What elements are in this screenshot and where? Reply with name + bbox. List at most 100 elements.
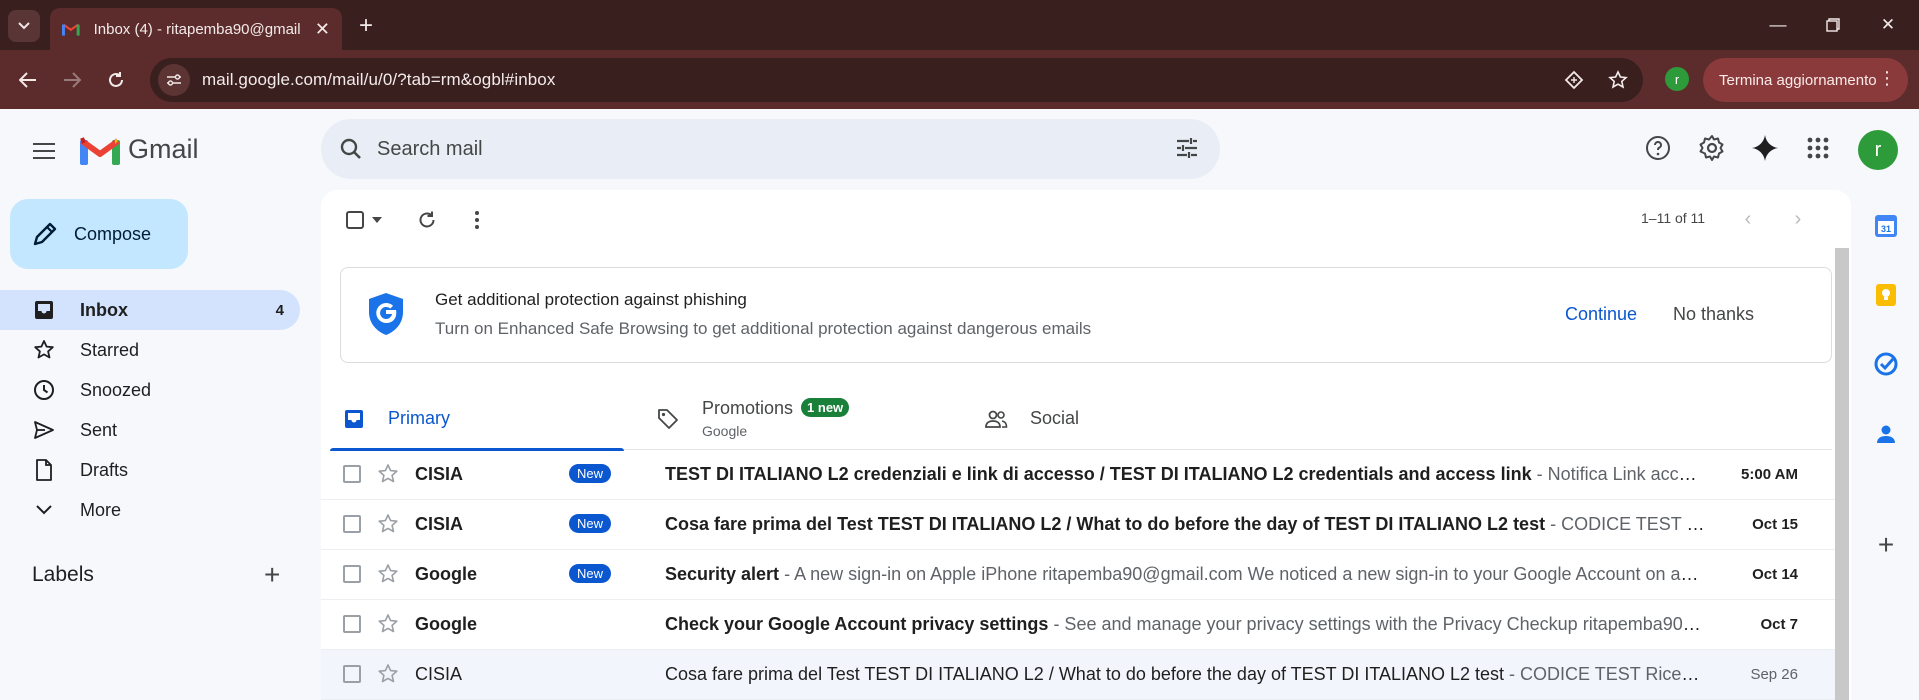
select-all-checkbox[interactable]	[343, 208, 367, 232]
list-toolbar: 1–11 of 11 ‹ ›	[321, 190, 1851, 250]
reload-button[interactable]	[100, 64, 132, 96]
gemini-sparkle-icon[interactable]	[1747, 130, 1783, 166]
browser-toolbar: mail.google.com/mail/u/0/?tab=rm&ogbl#in…	[0, 50, 1919, 109]
main-menu-button[interactable]	[28, 135, 60, 167]
no-thanks-button[interactable]: No thanks	[1673, 304, 1754, 325]
browser-tab-inbox[interactable]: Inbox (4) - ritapemba90@gmail ✕	[50, 8, 342, 50]
chevron-down-icon	[32, 498, 56, 522]
url-text: mail.google.com/mail/u/0/?tab=rm&ogbl#in…	[202, 70, 556, 89]
help-icon[interactable]	[1640, 130, 1676, 166]
reload-icon	[109, 72, 123, 87]
email-snippet: - A new sign-in on Apple iPhone ritapemb…	[779, 564, 1705, 584]
update-button[interactable]: Termina aggiornamento ⋮	[1703, 58, 1908, 102]
tag-icon	[656, 407, 680, 431]
calendar-icon[interactable]: 31	[1872, 212, 1900, 240]
star-icon	[32, 338, 56, 362]
email-subject: Cosa fare prima del Test TEST DI ITALIAN…	[665, 664, 1505, 684]
star-icon[interactable]	[377, 513, 399, 535]
browser-profile-avatar[interactable]: r	[1665, 67, 1689, 91]
browser-tab-bar: Inbox (4) - ritapemba90@gmail ✕ + — ✕	[0, 0, 1919, 50]
tab-social[interactable]: Social	[984, 387, 1278, 450]
sidebar-item-drafts[interactable]: Drafts	[0, 450, 300, 490]
back-button[interactable]	[12, 64, 44, 96]
apps-grid-icon[interactable]	[1800, 130, 1836, 166]
email-list: CISIA New TEST DI ITALIANO L2 credenzial…	[321, 450, 1835, 700]
email-preview: TEST DI ITALIANO L2 credenziali e link d…	[665, 464, 1705, 485]
tab-close-icon[interactable]: ✕	[315, 19, 330, 40]
update-label: Termina aggiornamento	[1719, 71, 1877, 89]
email-row[interactable]: Google New Security alert - A new sign-i…	[321, 550, 1835, 600]
email-row[interactable]: CISIA Cosa fare prima del Test TEST DI I…	[321, 650, 1835, 700]
sidebar-item-inbox[interactable]: Inbox 4	[0, 290, 300, 330]
gmail-favicon-icon	[62, 23, 80, 36]
email-snippet: - CODICE TEST Riceverai il link	[1509, 664, 1705, 684]
restore-button[interactable]	[1818, 12, 1848, 38]
close-window-button[interactable]: ✕	[1873, 12, 1903, 38]
scrollbar[interactable]	[1835, 248, 1849, 700]
email-preview: Cosa fare prima del Test TEST DI ITALIAN…	[665, 514, 1705, 535]
row-checkbox[interactable]	[343, 665, 361, 683]
phishing-protection-banner: Get additional protection against phishi…	[340, 267, 1832, 363]
tab-primary[interactable]: Primary	[330, 387, 624, 451]
unread-count: 4	[275, 301, 284, 319]
email-subject: TEST DI ITALIANO L2 credenziali e link d…	[665, 464, 1532, 484]
email-row[interactable]: CISIA New TEST DI ITALIANO L2 credenzial…	[321, 450, 1835, 500]
star-icon[interactable]	[377, 613, 399, 635]
tab-label: Primary	[388, 408, 450, 428]
chevron-right-icon[interactable]: ›	[1783, 204, 1813, 234]
google-shield-icon	[369, 293, 403, 335]
search-bar[interactable]	[321, 119, 1220, 179]
star-icon[interactable]	[377, 463, 399, 485]
new-tab-button[interactable]: +	[352, 12, 380, 40]
site-settings-icon[interactable]	[158, 64, 190, 96]
sidebar-item-starred[interactable]: Starred	[0, 330, 300, 370]
account-avatar[interactable]: r	[1858, 130, 1898, 170]
email-snippet: - CODICE TEST 2024	[1550, 514, 1705, 534]
search-input[interactable]	[377, 137, 1137, 161]
chevron-left-icon[interactable]: ‹	[1733, 204, 1763, 234]
new-badge: New	[569, 464, 612, 483]
email-subject: Security alert	[665, 564, 780, 584]
search-icon[interactable]	[337, 135, 365, 163]
email-row[interactable]: CISIA New Cosa fare prima del Test TEST …	[321, 500, 1835, 550]
tab-search-button[interactable]	[8, 10, 40, 42]
add-label-icon[interactable]: +	[264, 561, 280, 589]
row-checkbox[interactable]	[343, 615, 361, 633]
select-dropdown-icon[interactable]	[369, 208, 385, 232]
address-bar[interactable]: mail.google.com/mail/u/0/?tab=rm&ogbl#in…	[150, 58, 1643, 102]
arrow-right-icon	[64, 72, 81, 88]
settings-gear-icon[interactable]	[1694, 130, 1730, 166]
row-checkbox[interactable]	[343, 565, 361, 583]
forward-button[interactable]	[56, 64, 88, 96]
get-addons-icon[interactable]: +	[1872, 529, 1900, 560]
bookmark-star-icon[interactable]	[1606, 68, 1630, 92]
keep-icon[interactable]	[1872, 281, 1900, 309]
more-vert-icon: ⋮	[1878, 68, 1896, 88]
compose-button[interactable]: Compose	[10, 199, 188, 269]
sidebar-item-snoozed[interactable]: Snoozed	[0, 370, 300, 410]
email-subject: Check your Google Account privacy settin…	[665, 614, 1049, 634]
tab-promotions[interactable]: Promotions 1 new Google	[656, 387, 950, 450]
email-sender: Google	[415, 614, 477, 634]
translate-icon[interactable]	[1562, 68, 1586, 92]
star-icon[interactable]	[377, 663, 399, 685]
more-options-icon[interactable]	[465, 208, 489, 232]
sidebar-item-more[interactable]: More	[0, 490, 300, 530]
tasks-icon[interactable]	[1872, 350, 1900, 378]
minimize-button[interactable]: —	[1763, 12, 1793, 38]
contacts-icon[interactable]	[1872, 420, 1900, 448]
email-date: Oct 15	[1752, 516, 1798, 533]
row-checkbox[interactable]	[343, 465, 361, 483]
email-sender: Google	[415, 564, 477, 584]
sidebar-item-sent[interactable]: Sent	[0, 410, 300, 450]
refresh-icon[interactable]	[415, 208, 439, 232]
row-checkbox[interactable]	[343, 515, 361, 533]
labels-heading: Labels	[32, 563, 94, 586]
chevron-down-icon	[18, 22, 30, 30]
star-icon[interactable]	[377, 563, 399, 585]
gmail-logo[interactable]: Gmail	[80, 134, 199, 165]
search-options-icon[interactable]	[1174, 135, 1200, 166]
email-date: Sep 26	[1750, 666, 1798, 683]
continue-button[interactable]: Continue	[1565, 304, 1637, 325]
email-row[interactable]: Google Check your Google Account privacy…	[321, 600, 1835, 650]
